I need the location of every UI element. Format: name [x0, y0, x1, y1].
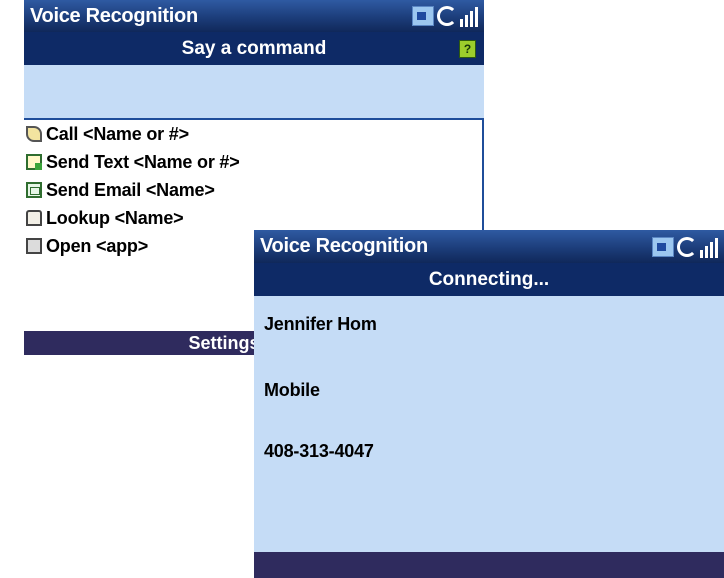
contact-name: Jennifer Hom	[264, 314, 377, 334]
speaker-icon	[412, 6, 434, 26]
sync-icon	[677, 236, 697, 257]
app-icon	[26, 238, 42, 254]
phone-number: 408-313-4047	[264, 441, 374, 461]
command-send-email[interactable]: Send Email <Name>	[24, 176, 482, 204]
signal-icon	[700, 236, 720, 258]
status-icons	[412, 5, 480, 27]
sync-icon	[437, 6, 457, 26]
book-icon	[26, 210, 42, 226]
command-send-text[interactable]: Send Text <Name or #>	[24, 148, 482, 176]
command-lookup[interactable]: Lookup <Name>	[24, 204, 482, 232]
command-header: Say a command ?	[24, 32, 484, 65]
help-icon[interactable]: ?	[459, 40, 476, 58]
status-label: Connecting...	[428, 268, 550, 290]
command-call[interactable]: Call <Name or #>	[24, 120, 482, 148]
app-title: Voice Recognition	[260, 235, 428, 257]
send-text-icon	[26, 154, 42, 170]
app-title: Voice Recognition	[30, 4, 198, 27]
speaker-icon	[652, 236, 674, 257]
command-send-email-label: Send Email <Name>	[46, 179, 215, 200]
phone-icon	[26, 126, 42, 142]
signal-icon	[460, 5, 480, 27]
command-send-text-label: Send Text <Name or #>	[46, 151, 240, 172]
prompt-band	[24, 65, 484, 118]
status-header: Connecting...	[254, 263, 724, 296]
command-open-app-label: Open <app>	[46, 235, 149, 256]
command-call-label: Call <Name or #>	[46, 123, 189, 144]
voice-recognition-screen-connecting: Voice Recognition Connecting... Jennifer…	[254, 230, 724, 578]
title-bar: Voice Recognition	[24, 0, 484, 32]
status-icons	[652, 236, 720, 258]
softkey-bar	[254, 552, 724, 578]
title-bar: Voice Recognition	[254, 230, 724, 263]
command-header-label: Say a command	[181, 37, 327, 59]
phone-type: Mobile	[264, 380, 320, 400]
send-email-icon	[26, 182, 42, 198]
settings-softkey-label: Settings	[188, 332, 260, 353]
command-lookup-label: Lookup <Name>	[46, 207, 184, 228]
